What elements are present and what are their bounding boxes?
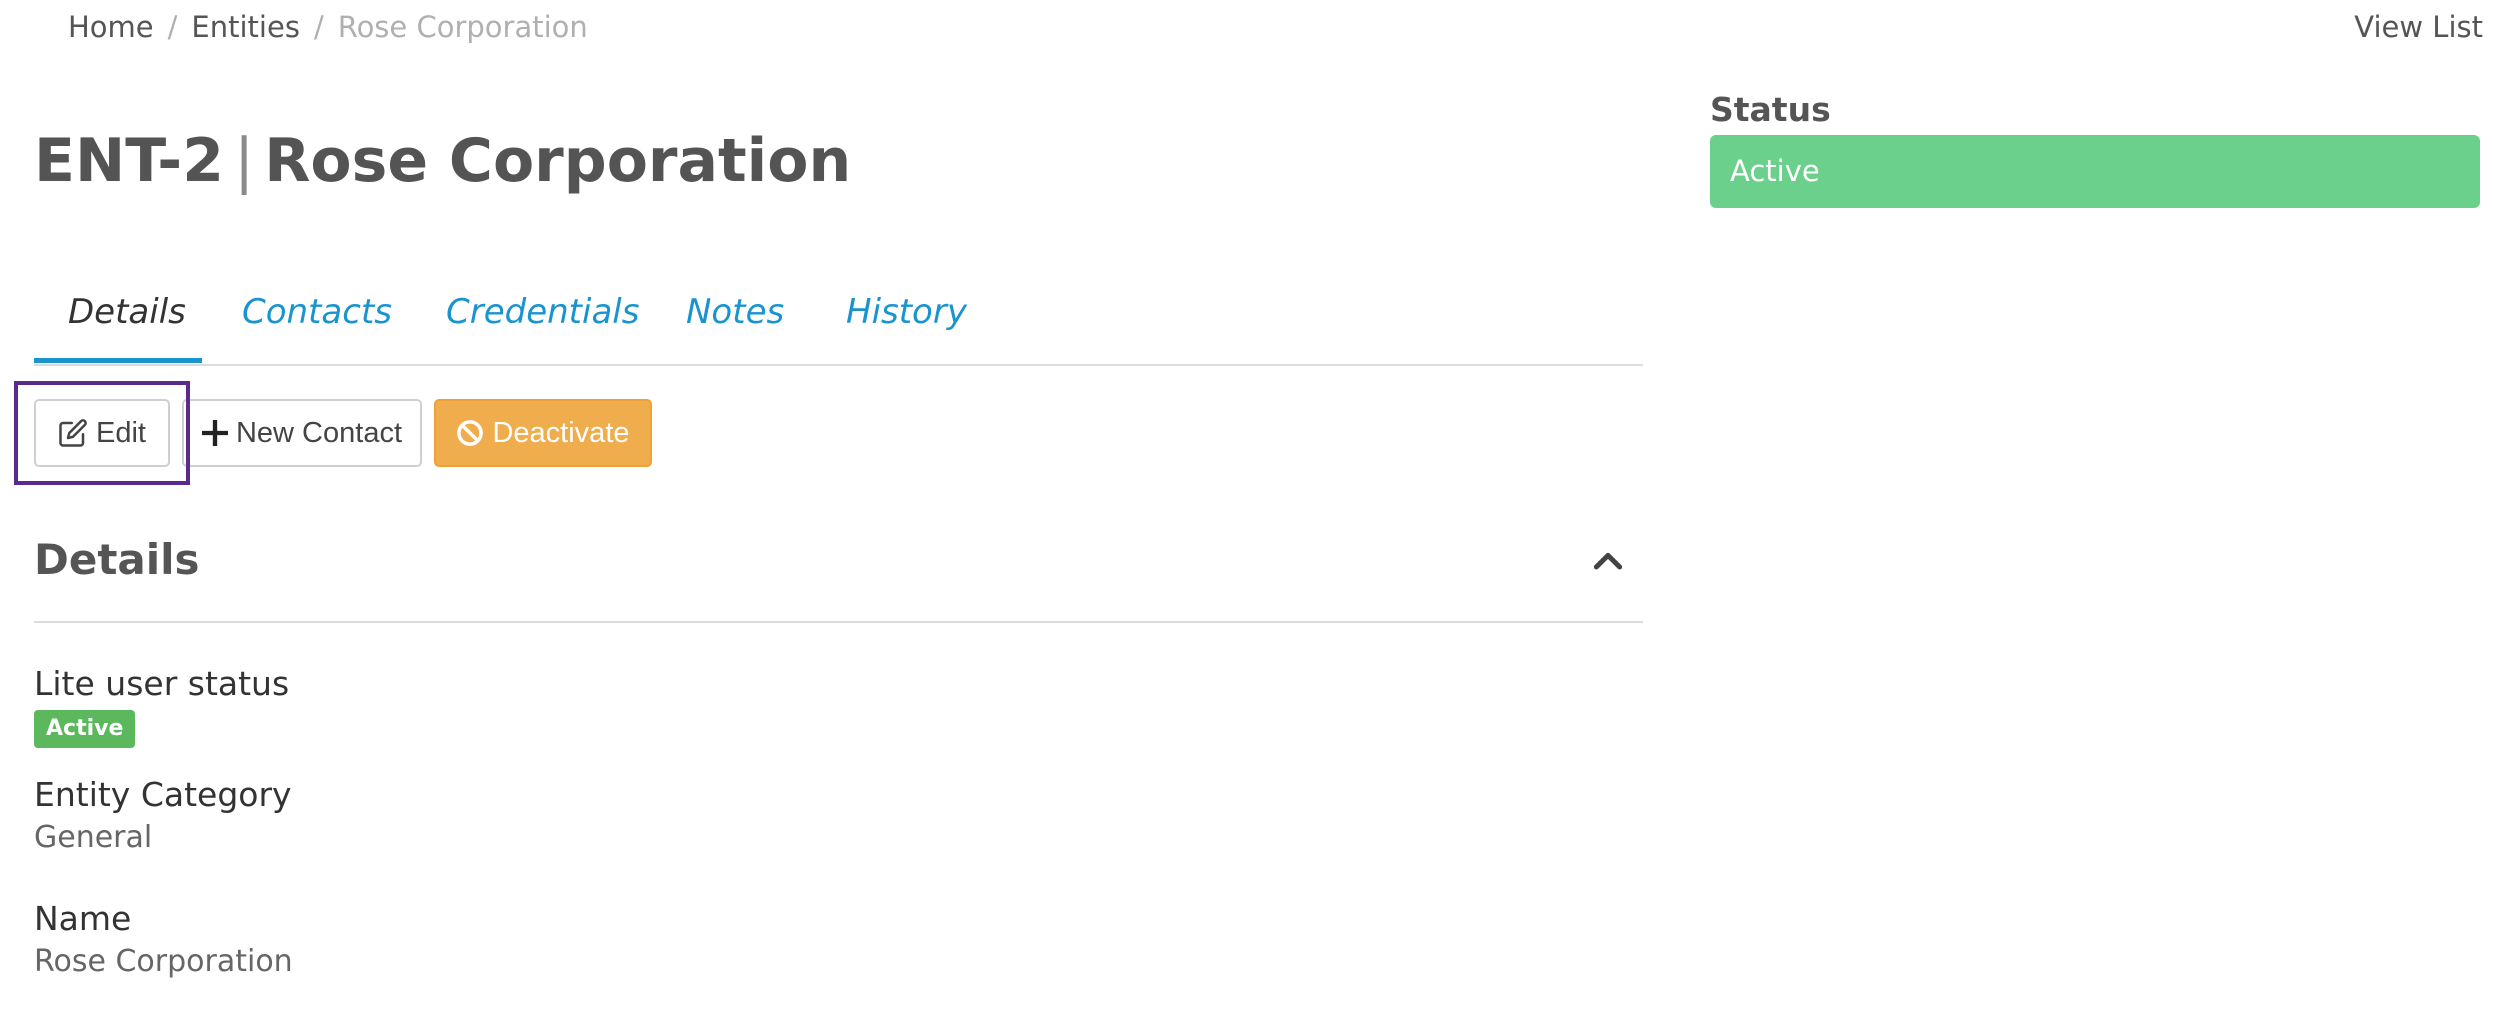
active-tab-indicator bbox=[34, 358, 202, 363]
breadcrumb-home[interactable]: Home bbox=[68, 10, 154, 44]
breadcrumb-separator: / bbox=[167, 10, 178, 44]
tab-history[interactable]: History bbox=[846, 292, 967, 332]
lite-user-status-badge: Active bbox=[34, 710, 136, 748]
ban-icon bbox=[456, 419, 484, 447]
new-contact-button-label: New Contact bbox=[235, 416, 402, 449]
deactivate-button-label: Deactivate bbox=[492, 416, 630, 449]
name-label: Name bbox=[34, 899, 132, 938]
status-value: Active bbox=[1710, 135, 2480, 208]
tab-credentials[interactable]: Credentials bbox=[446, 292, 639, 332]
status-label: Status bbox=[1710, 90, 1831, 129]
edit-button-label: Edit bbox=[96, 416, 146, 449]
entity-id: ENT-2 bbox=[34, 126, 224, 196]
edit-icon bbox=[58, 418, 88, 448]
tab-details[interactable]: Details bbox=[68, 292, 186, 332]
breadcrumb: Home / Entities / Rose Corporation bbox=[68, 10, 588, 44]
name-value: Rose Corporation bbox=[34, 944, 293, 979]
chevron-up-icon[interactable] bbox=[1588, 542, 1628, 582]
tab-notes[interactable]: Notes bbox=[686, 292, 784, 332]
edit-button[interactable]: Edit bbox=[34, 399, 170, 467]
entity-page: Home / Entities / Rose Corporation View … bbox=[0, 0, 2493, 1017]
tab-bar: Details Contacts Credentials Notes Histo… bbox=[34, 280, 1643, 366]
section-divider bbox=[34, 621, 1643, 623]
page-title: ENT-2 | Rose Corporation bbox=[34, 126, 851, 196]
entity-name: Rose Corporation bbox=[264, 126, 852, 196]
breadcrumb-current: Rose Corporation bbox=[337, 10, 588, 44]
entity-category-label: Entity Category bbox=[34, 775, 292, 814]
details-section-title: Details bbox=[34, 535, 200, 584]
breadcrumb-entities[interactable]: Entities bbox=[191, 10, 300, 44]
view-list-link[interactable]: View List bbox=[2354, 10, 2483, 44]
breadcrumb-separator: / bbox=[313, 10, 324, 44]
title-separator: | bbox=[233, 126, 255, 196]
deactivate-button[interactable]: Deactivate bbox=[434, 399, 652, 467]
new-contact-button[interactable]: New Contact bbox=[182, 399, 422, 467]
tab-contacts[interactable]: Contacts bbox=[242, 292, 392, 332]
entity-category-value: General bbox=[34, 820, 153, 855]
lite-user-status-label: Lite user status bbox=[34, 664, 290, 703]
plus-icon bbox=[201, 420, 228, 446]
